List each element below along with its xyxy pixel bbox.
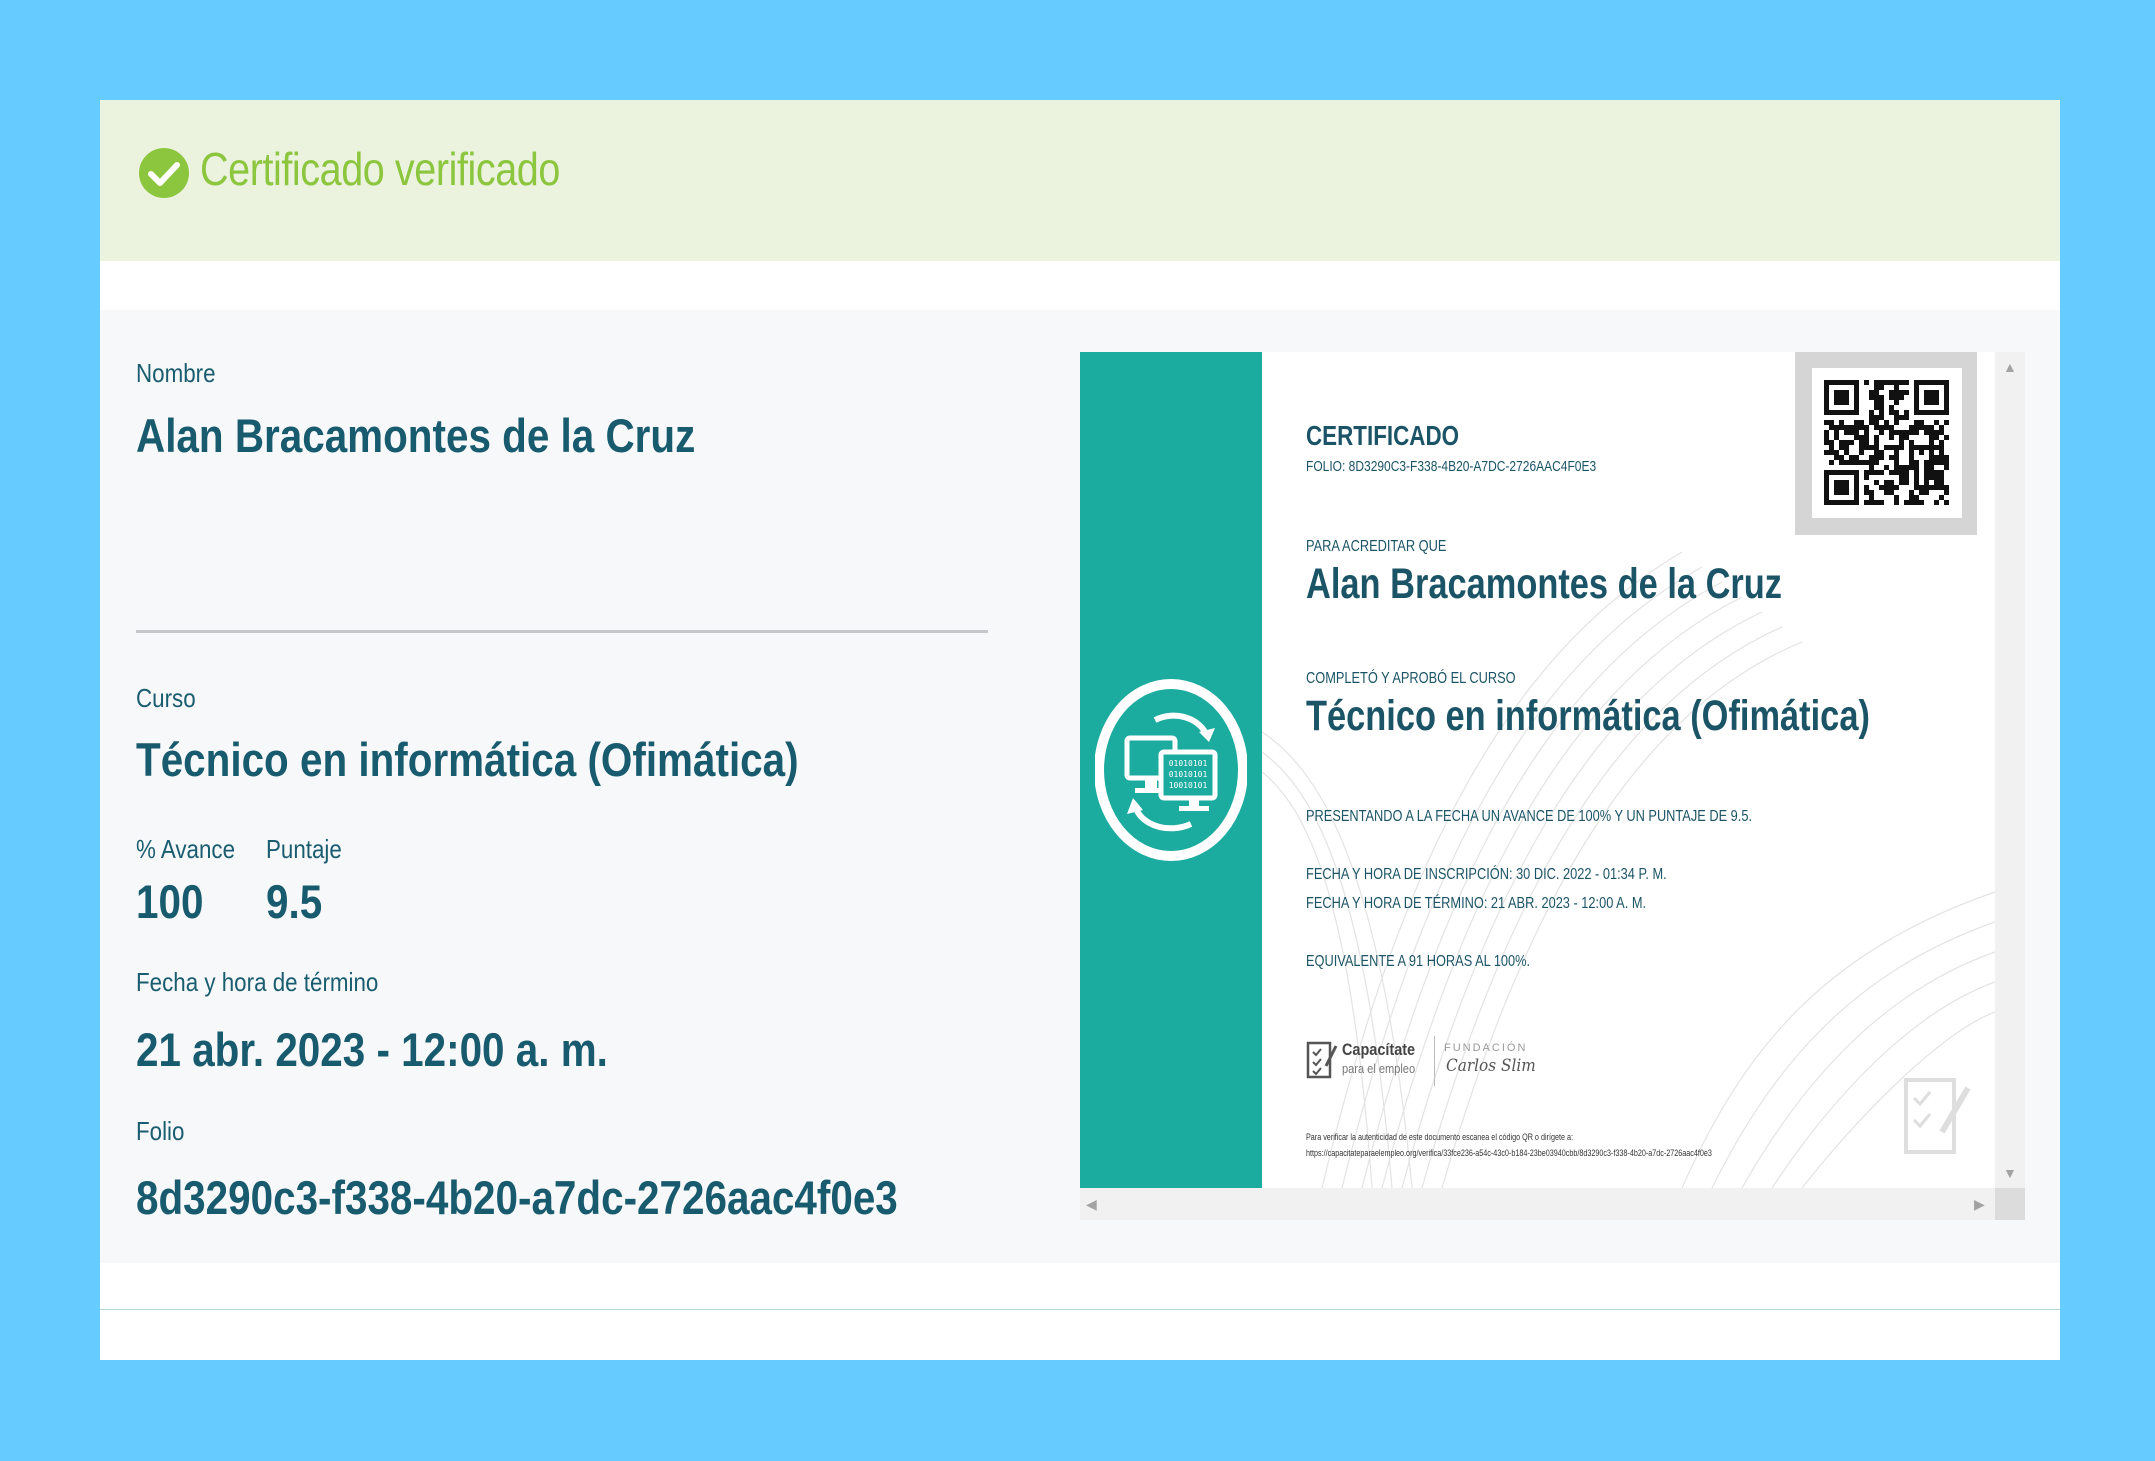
name-label: Nombre (136, 358, 216, 388)
cert-verify-line-2: https://capacitateparaelempleo.org/verif… (1306, 1148, 1712, 1158)
verification-card: Certificado verificado Nombre Alan Braca… (100, 100, 2060, 1360)
certificate-viewer[interactable]: 01010101 01010101 10010101 CERTIFICADO F… (1080, 352, 2025, 1220)
carlos-slim-signature: Carlos Slim (1446, 1056, 1536, 1076)
progress-value: 100 (136, 875, 204, 928)
name-value: Alan Bracamontes de la Cruz (136, 409, 696, 462)
cert-completed-label: COMPLETÓ Y APROBÓ EL CURSO (1306, 670, 1516, 687)
course-label: Curso (136, 683, 196, 713)
fundacion-text: FUNDACIÓN (1444, 1042, 1528, 1054)
cert-verify-line-1: Para verificar la autenticidad de este d… (1306, 1132, 1573, 1142)
computer-sync-emblem-icon: 01010101 01010101 10010101 (1095, 679, 1247, 861)
watermark-certificate-icon (1904, 1078, 1971, 1154)
scroll-left-arrow-icon[interactable]: ◀ (1086, 1197, 1097, 1211)
scroll-down-arrow-icon[interactable]: ▼ (2003, 1166, 2017, 1180)
vertical-scrollbar[interactable]: ▲ ▼ (1995, 352, 2025, 1188)
qr-code-icon (1824, 380, 1949, 505)
scroll-up-arrow-icon[interactable]: ▲ (2003, 360, 2017, 374)
divider (136, 630, 988, 633)
check-circle-icon (139, 148, 189, 198)
score-label: Puntaje (266, 834, 342, 864)
folio-label: Folio (136, 1116, 185, 1146)
score-value: 9.5 (266, 875, 323, 928)
cert-name: Alan Bracamontes de la Cruz (1306, 560, 1783, 608)
end-date-label: Fecha y hora de término (136, 967, 379, 997)
emblem-binary-2: 01010101 (1169, 770, 1208, 779)
cert-accredit-label: PARA ACREDITAR QUE (1306, 538, 1447, 555)
folio-value: 8d3290c3-f338-4b20-a7dc-2726aac4f0e3 (136, 1171, 898, 1224)
banner-title: Certificado verificado (200, 143, 560, 195)
cert-progress-line: PRESENTANDO A LA FECHA UN AVANCE DE 100%… (1306, 808, 1753, 825)
cert-course: Técnico en informática (Ofimática) (1306, 692, 1870, 740)
capacitate-sub-text: para el empleo (1342, 1061, 1416, 1076)
cert-enroll-line: FECHA Y HORA DE INSCRIPCIÓN: 30 DIC. 202… (1306, 866, 1667, 883)
certificate-document: 01010101 01010101 10010101 CERTIFICADO F… (1080, 352, 1995, 1188)
cert-folio: FOLIO: 8D3290C3-F338-4B20-A7DC-2726AAC4F… (1306, 458, 1597, 475)
verified-banner: Certificado verificado (100, 100, 2060, 261)
capacitate-logo-icon (1306, 1041, 1338, 1079)
horizontal-scrollbar[interactable]: ◀ ▶ (1080, 1188, 1995, 1220)
scroll-right-arrow-icon[interactable]: ▶ (1974, 1197, 1985, 1211)
course-value: Técnico en informática (Ofimática) (136, 733, 799, 786)
cert-heading: CERTIFICADO (1306, 420, 1460, 451)
bottom-divider (100, 1309, 2060, 1310)
emblem-binary-3: 10010101 (1169, 781, 1208, 790)
emblem-binary-1: 01010101 (1169, 759, 1208, 768)
end-date-value: 21 abr. 2023 - 12:00 a. m. (136, 1023, 608, 1076)
progress-label: % Avance (136, 834, 236, 864)
logo-separator (1434, 1036, 1435, 1086)
cert-end-line: FECHA Y HORA DE TÉRMINO: 21 ABR. 2023 - … (1306, 895, 1647, 912)
capacitate-text: Capacítate (1342, 1040, 1416, 1059)
scrollbar-corner (1995, 1188, 2025, 1220)
cert-hours-line: EQUIVALENTE A 91 HORAS AL 100%. (1306, 953, 1531, 970)
qr-frame (1795, 352, 1977, 535)
cert-logos: Capacítate para el empleo FUNDACIÓN Carl… (1306, 1032, 1566, 1088)
